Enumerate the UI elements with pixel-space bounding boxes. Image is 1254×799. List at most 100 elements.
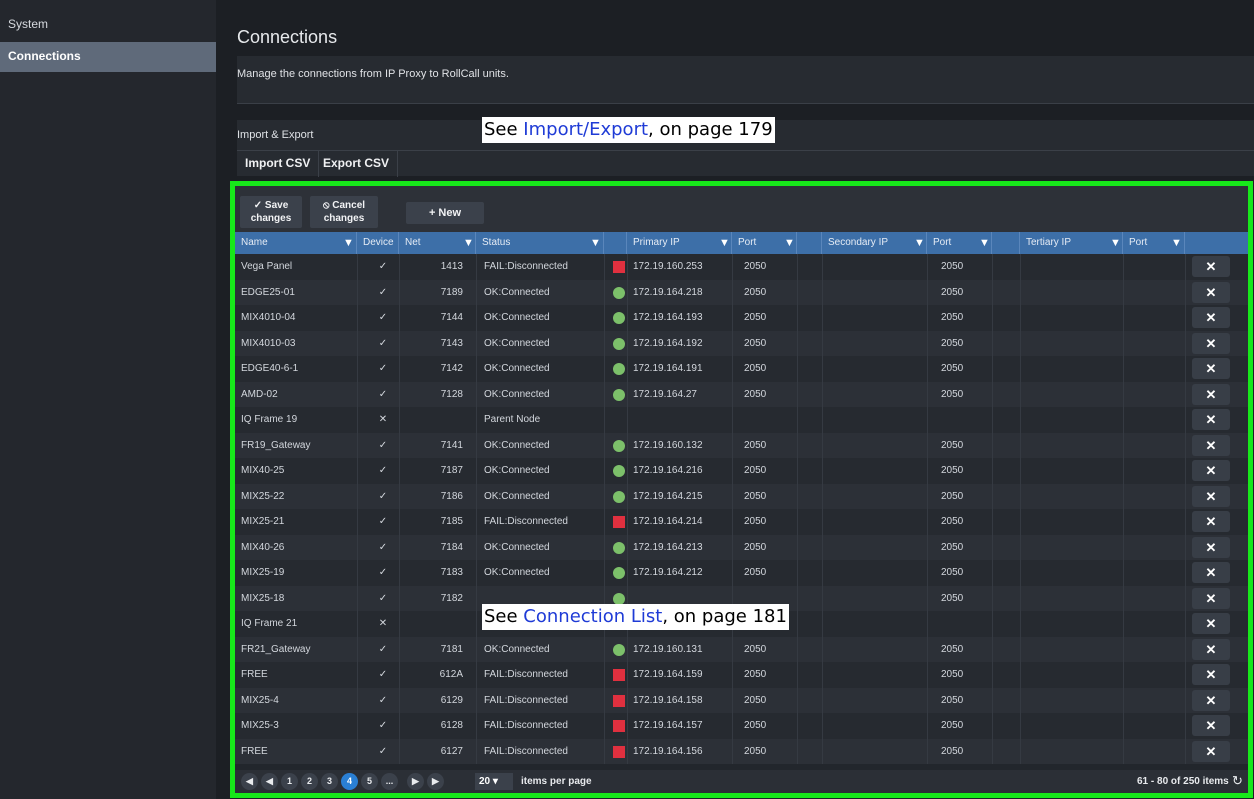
table-row[interactable]: Vega Panel ✓ 1413 FAIL:Disconnected 172.19.1…: [235, 254, 1248, 280]
last-page-button[interactable]: ▶: [427, 773, 444, 790]
device-cell[interactable]: ✓: [353, 305, 413, 331]
page-more-button[interactable]: ...: [381, 773, 398, 790]
table-row[interactable]: EDGE25-01 ✓ 7189 OK:Connected 172.19.164.218…: [235, 279, 1248, 306]
primary-port-cell[interactable]: 2050: [738, 382, 788, 408]
table-row[interactable]: AMD-02 ✓ 7128 OK:Connected 172.19.164.27 2050…: [235, 381, 1248, 408]
table-row[interactable]: MIX25-4 ✓ 6129 FAIL:Disconnected 172.19.164.…: [235, 687, 1248, 714]
primary-port-cell[interactable]: 2050: [738, 560, 788, 586]
net-cell[interactable]: 7141: [417, 433, 463, 459]
primary-port-cell[interactable]: 2050: [738, 331, 788, 357]
net-cell[interactable]: 1413: [417, 254, 463, 280]
col-name[interactable]: Name ▼: [235, 232, 357, 254]
delete-row-button[interactable]: ✕: [1192, 460, 1230, 481]
net-cell[interactable]: 7183: [417, 560, 463, 586]
status-cell[interactable]: FAIL:Disconnected: [484, 739, 604, 765]
page-2-button[interactable]: 2: [301, 773, 318, 790]
net-cell[interactable]: 7128: [417, 382, 463, 408]
primary-ip-cell[interactable]: 172.19.164.156: [633, 739, 733, 765]
primary-ip-cell[interactable]: 172.19.164.159: [633, 662, 733, 688]
secondary-port-cell[interactable]: 2050: [935, 484, 985, 510]
device-cell[interactable]: ✓: [353, 254, 413, 280]
primary-ip-cell[interactable]: 172.19.164.218: [633, 280, 733, 306]
primary-port-cell[interactable]: 2050: [738, 662, 788, 688]
delete-row-button[interactable]: ✕: [1192, 358, 1230, 379]
secondary-port-cell[interactable]: 2050: [935, 713, 985, 739]
device-cell[interactable]: ✓: [353, 280, 413, 306]
table-row[interactable]: EDGE40-6-1 ✓ 7142 OK:Connected 172.19.164.19…: [235, 356, 1248, 382]
export-csv-button[interactable]: Export CSV: [315, 151, 399, 177]
primary-ip-cell[interactable]: 172.19.164.193: [633, 305, 733, 331]
device-cell[interactable]: ✓: [353, 433, 413, 459]
name-cell[interactable]: EDGE25-01: [241, 280, 353, 306]
name-cell[interactable]: Vega Panel: [241, 254, 353, 280]
status-cell[interactable]: OK:Connected: [484, 356, 604, 382]
refresh-icon[interactable]: ↻: [1232, 773, 1243, 789]
net-cell[interactable]: 6129: [417, 688, 463, 714]
name-cell[interactable]: FREE: [241, 662, 353, 688]
primary-port-cell[interactable]: 2050: [738, 509, 788, 535]
page-3-button[interactable]: 3: [321, 773, 338, 790]
primary-ip-cell[interactable]: 172.19.164.216: [633, 458, 733, 484]
name-cell[interactable]: MIX4010-03: [241, 331, 353, 357]
secondary-port-cell[interactable]: 2050: [935, 356, 985, 382]
table-row[interactable]: MIX25-19 ✓ 7183 OK:Connected 172.19.164.212 2…: [235, 560, 1248, 586]
filter-icon[interactable]: ▼: [719, 232, 730, 254]
col-secondary-ip[interactable]: Secondary IP ▼: [822, 232, 927, 254]
delete-row-button[interactable]: ✕: [1192, 307, 1230, 328]
name-cell[interactable]: MIX25-22: [241, 484, 353, 510]
secondary-port-cell[interactable]: [935, 611, 985, 637]
secondary-port-cell[interactable]: 2050: [935, 280, 985, 306]
net-cell[interactable]: 7184: [417, 535, 463, 561]
first-page-button[interactable]: ◀: [241, 773, 258, 790]
net-cell[interactable]: 612A: [417, 662, 463, 688]
device-cell[interactable]: ✓: [353, 662, 413, 688]
secondary-port-cell[interactable]: 2050: [935, 739, 985, 765]
delete-row-button[interactable]: ✕: [1192, 281, 1230, 303]
primary-port-cell[interactable]: 2050: [738, 458, 788, 484]
primary-port-cell[interactable]: 2050: [738, 637, 788, 663]
device-cell[interactable]: ✓: [353, 560, 413, 586]
import-export-link[interactable]: Import/Export: [523, 119, 648, 140]
device-cell[interactable]: ✓: [353, 331, 413, 357]
delete-row-button[interactable]: ✕: [1192, 689, 1230, 711]
device-cell[interactable]: ✓: [353, 688, 413, 714]
device-cell[interactable]: ✓: [353, 356, 413, 382]
status-cell[interactable]: OK:Connected: [484, 305, 604, 331]
primary-port-cell[interactable]: 2050: [738, 713, 788, 739]
name-cell[interactable]: FR19_Gateway: [241, 433, 353, 459]
table-row[interactable]: MIX4010-03 ✓ 7143 OK:Connected 172.19.164.19…: [235, 330, 1248, 357]
status-cell[interactable]: OK:Connected: [484, 458, 604, 484]
delete-row-button[interactable]: ✕: [1192, 383, 1230, 405]
filter-icon[interactable]: ▼: [1110, 232, 1121, 254]
col-port-2[interactable]: Port ▼: [927, 232, 992, 254]
secondary-port-cell[interactable]: 2050: [935, 382, 985, 408]
secondary-port-cell[interactable]: 2050: [935, 560, 985, 586]
col-device[interactable]: Device: [357, 232, 399, 254]
primary-port-cell[interactable]: 2050: [738, 535, 788, 561]
status-cell[interactable]: OK:Connected: [484, 637, 604, 663]
col-status[interactable]: Status ▼: [476, 232, 604, 254]
filter-icon[interactable]: ▼: [784, 232, 795, 254]
primary-port-cell[interactable]: 2050: [738, 484, 788, 510]
table-row[interactable]: MIX40-25 ✓ 7187 OK:Connected 172.19.164.216 2…: [235, 458, 1248, 484]
net-cell[interactable]: 7189: [417, 280, 463, 306]
save-changes-button[interactable]: ✓ Save changes: [240, 196, 302, 228]
name-cell[interactable]: MIX40-26: [241, 535, 353, 561]
delete-row-button[interactable]: ✕: [1192, 485, 1230, 507]
device-cell[interactable]: ✓: [353, 458, 413, 484]
primary-port-cell[interactable]: 2050: [738, 688, 788, 714]
delete-row-button[interactable]: ✕: [1192, 587, 1230, 609]
name-cell[interactable]: EDGE40-6-1: [241, 356, 353, 382]
page-5-button[interactable]: 5: [361, 773, 378, 790]
status-cell[interactable]: OK:Connected: [484, 484, 604, 510]
delete-row-button[interactable]: ✕: [1192, 256, 1230, 277]
col-port-3[interactable]: Port ▼: [1123, 232, 1185, 254]
net-cell[interactable]: 7181: [417, 637, 463, 663]
delete-row-button[interactable]: ✕: [1192, 715, 1230, 736]
secondary-port-cell[interactable]: 2050: [935, 254, 985, 280]
table-row[interactable]: FREE ✓ 6127 FAIL:Disconnected 172.19.164.156…: [235, 738, 1248, 765]
primary-ip-cell[interactable]: 172.19.164.213: [633, 535, 733, 561]
sidebar-item-connections[interactable]: Connections: [0, 42, 216, 72]
col-port-1[interactable]: Port ▼: [732, 232, 797, 254]
table-row[interactable]: FR21_Gateway ✓ 7181 OK:Connected 172.19.160.…: [235, 636, 1248, 663]
